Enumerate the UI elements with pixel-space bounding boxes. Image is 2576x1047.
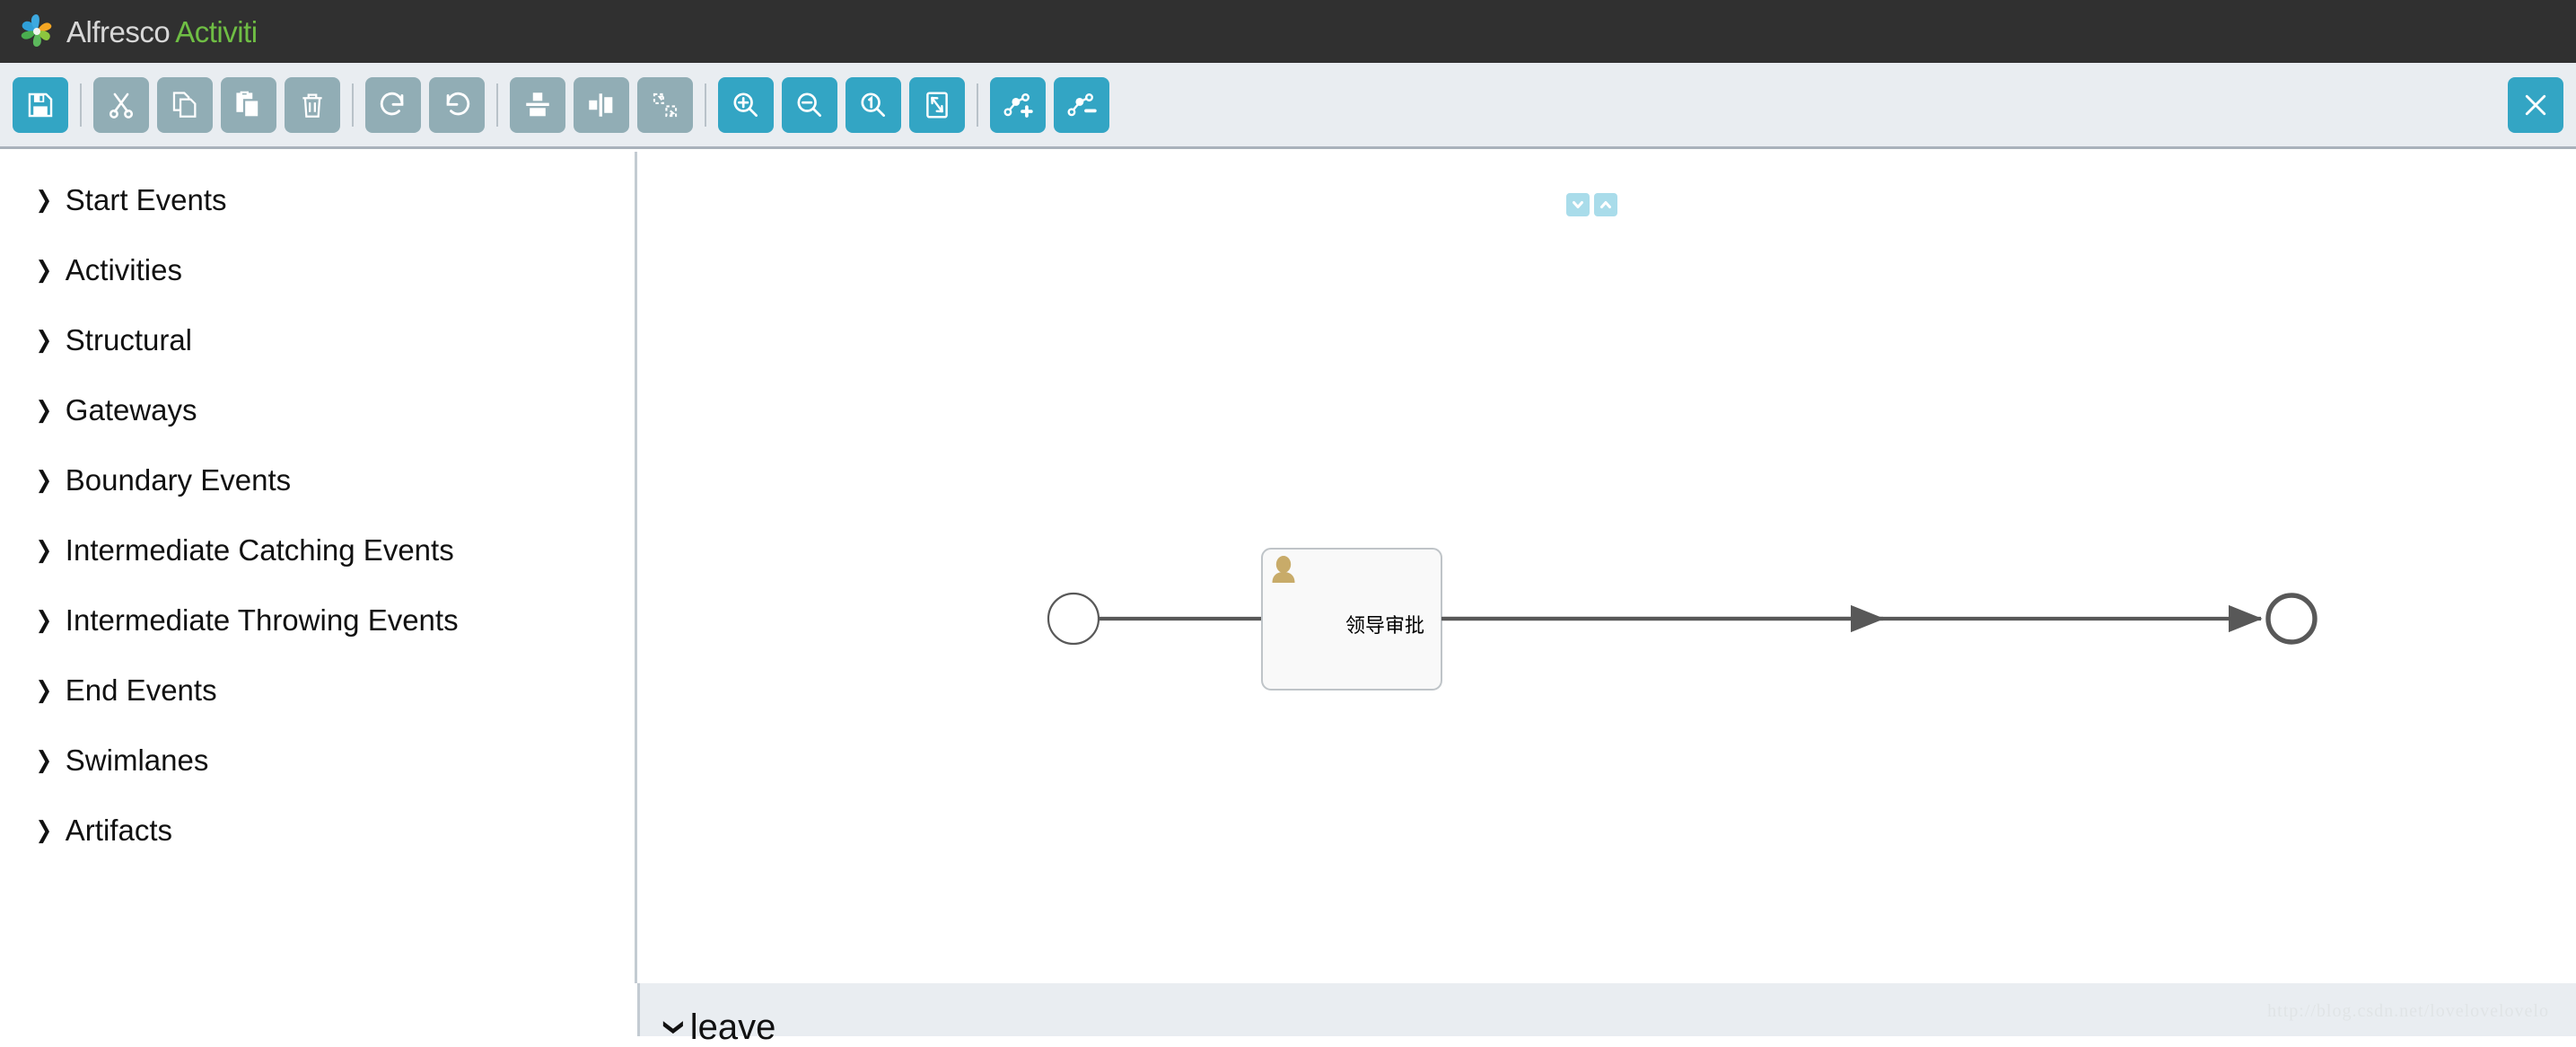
chevron-right-icon: ❯	[35, 326, 53, 353]
palette-group-intermediate-catching-events[interactable]: ❯ Intermediate Catching Events	[0, 515, 635, 585]
remove-bendpoint-button[interactable]	[1054, 76, 1109, 133]
properties-panel-title-group[interactable]: ❮ leave	[660, 1007, 776, 1047]
brand-title: Alfresco Activiti	[66, 17, 258, 47]
chevron-right-icon: ❯	[35, 396, 53, 423]
toolbar-separator	[352, 83, 354, 127]
palette-group-structural[interactable]: ❯ Structural	[0, 304, 635, 374]
stencil-palette: ❯ Start Events ❯ Activities ❯ Structural…	[0, 152, 637, 983]
copy-button[interactable]	[157, 76, 213, 133]
add-bendpoint-button[interactable]	[990, 76, 1046, 133]
palette-group-label: Swimlanes	[65, 743, 209, 777]
toolbar-separator	[496, 83, 498, 127]
palette-group-end-events[interactable]: ❯ End Events	[0, 655, 635, 725]
palette-group-label: End Events	[65, 673, 217, 707]
chevron-right-icon: ❯	[35, 256, 53, 283]
brand-name-alfresco: Alfresco	[66, 14, 171, 48]
palette-group-label: Boundary Events	[65, 462, 292, 497]
alfresco-pinwheel-logo	[16, 11, 57, 52]
zoom-out-button[interactable]	[782, 76, 837, 133]
palette-group-swimlanes[interactable]: ❯ Swimlanes	[0, 725, 635, 795]
palette-group-label: Activities	[65, 252, 182, 286]
palette-group-start-events[interactable]: ❯ Start Events	[0, 164, 635, 234]
align-vertical-button[interactable]	[510, 76, 565, 133]
chevron-right-icon: ❯	[35, 606, 53, 633]
workspace: ❯ Start Events ❯ Activities ❯ Structural…	[0, 152, 2576, 983]
chevron-down-icon[interactable]: ❮	[660, 1017, 683, 1037]
toolbar-separator	[80, 83, 82, 127]
bpmn-start-event[interactable]	[1047, 592, 1100, 646]
palette-group-activities[interactable]: ❯ Activities	[0, 234, 635, 304]
palette-group-boundary-events[interactable]: ❯ Boundary Events	[0, 444, 635, 515]
bottom-left-strip	[0, 983, 640, 1036]
app-header: Alfresco Activiti	[0, 0, 2576, 63]
properties-panel-title: leave	[689, 1007, 776, 1047]
palette-group-gateways[interactable]: ❯ Gateways	[0, 374, 635, 444]
cut-button[interactable]	[93, 76, 149, 133]
zoom-actual-button[interactable]	[846, 76, 901, 133]
diagram-canvas[interactable]: 领导审批	[640, 152, 2576, 983]
palette-group-label: Gateways	[65, 392, 197, 427]
chevron-right-icon: ❯	[35, 186, 53, 213]
toolbar-separator	[977, 83, 978, 127]
chevron-right-icon: ❯	[35, 676, 53, 703]
palette-group-label: Artifacts	[65, 813, 172, 847]
editor-toolbar	[0, 63, 2576, 149]
undo-button[interactable]	[429, 76, 485, 133]
palette-group-label: Intermediate Catching Events	[65, 532, 454, 567]
palette-group-label: Start Events	[65, 182, 227, 216]
bpmn-end-event[interactable]	[2265, 593, 2318, 645]
same-size-button[interactable]	[637, 76, 693, 133]
brand-name-activiti: Activiti	[175, 14, 258, 48]
chevron-right-icon: ❯	[35, 466, 53, 493]
redo-button[interactable]	[365, 76, 421, 133]
watermark-text: http://blog.csdn.net/lovelovelovelo	[2267, 1001, 2549, 1021]
palette-group-label: Structural	[65, 322, 193, 356]
chevron-right-icon: ❯	[35, 816, 53, 843]
chevron-right-icon: ❯	[35, 746, 53, 773]
palette-group-artifacts[interactable]: ❯ Artifacts	[0, 795, 635, 865]
close-editor-button[interactable]	[2508, 76, 2563, 133]
brand: Alfresco Activiti	[16, 11, 258, 52]
palette-group-label: Intermediate Throwing Events	[65, 603, 459, 637]
zoom-fit-button[interactable]	[909, 76, 965, 133]
chevron-right-icon: ❯	[35, 536, 53, 563]
paste-button[interactable]	[221, 76, 276, 133]
palette-group-intermediate-throwing-events[interactable]: ❯ Intermediate Throwing Events	[0, 585, 635, 655]
bpmn-diagram	[1047, 548, 2318, 691]
delete-button[interactable]	[285, 76, 340, 133]
align-horizontal-button[interactable]	[574, 76, 629, 133]
save-button[interactable]	[13, 76, 68, 133]
toolbar-separator	[705, 83, 706, 127]
zoom-in-button[interactable]	[718, 76, 774, 133]
